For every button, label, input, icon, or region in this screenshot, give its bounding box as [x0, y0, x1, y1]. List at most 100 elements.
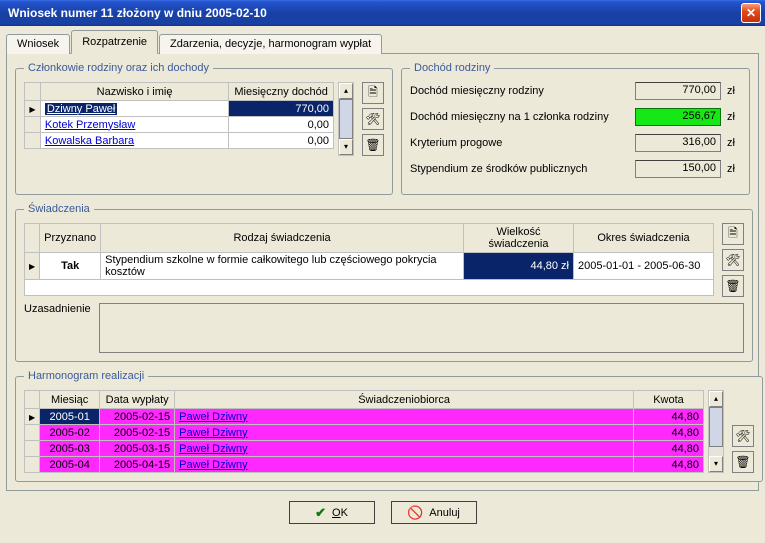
scroll-down-icon[interactable]: ▾: [709, 456, 723, 472]
delete-button[interactable]: 🗑: [362, 134, 384, 156]
schedule-fieldset: Harmonogram realizacji Miesiąc Data wypł…: [15, 370, 763, 482]
row-marker-1: [25, 117, 41, 133]
sched-amt-3[interactable]: 44,80: [634, 457, 704, 473]
income-label-3: Stypendium ze środków publicznych: [410, 163, 629, 175]
tools-icon: 🛠: [735, 429, 750, 443]
sched-date-1[interactable]: 2005-02-15: [100, 425, 175, 441]
sched-amt-0[interactable]: 44,80: [634, 409, 704, 425]
window-title: Wniosek numer 11 złożony w dniu 2005-02-…: [8, 6, 267, 20]
trash-icon: 🗑: [725, 279, 740, 293]
add-button[interactable]: 🗎: [362, 82, 384, 104]
sched-row-1[interactable]: 2005-02 2005-02-15 Paweł Dziwny 44,80: [25, 425, 704, 441]
sched-col-month[interactable]: Miesiąc: [40, 391, 100, 409]
sched-col-date[interactable]: Data wypłaty: [100, 391, 175, 409]
tab-zdarzenia[interactable]: Zdarzenia, decyzje, harmonogram wypłat: [159, 34, 382, 54]
svc-edit-button[interactable]: 🛠: [722, 249, 744, 271]
sched-side-buttons: 🛠 🗑: [732, 425, 754, 473]
family-name-2[interactable]: Kowalska Barbara: [40, 133, 228, 149]
sched-rowhead: [25, 391, 40, 409]
income-label-2: Kryterium progowe: [410, 137, 629, 149]
sched-col-amt[interactable]: Kwota: [634, 391, 704, 409]
row-marker-0: [25, 101, 41, 117]
scroll-thumb[interactable]: [709, 407, 723, 447]
svc-col-period[interactable]: Okres świadczenia: [574, 224, 714, 253]
services-grid[interactable]: Przyznano Rodzaj świadczenia Wielkość św…: [24, 223, 714, 296]
sched-month-1[interactable]: 2005-02: [40, 425, 100, 441]
svc-amount-0[interactable]: 44,80 zł: [464, 253, 574, 280]
family-row-1[interactable]: Kotek Przemysław 0,00: [25, 117, 334, 133]
cancel-button[interactable]: 🚫 Anuluj: [391, 501, 477, 524]
sched-month-0[interactable]: 2005-01: [40, 409, 100, 425]
family-income-2[interactable]: 0,00: [229, 133, 334, 149]
family-income-0[interactable]: 770,00: [229, 101, 334, 117]
check-icon: ✔: [315, 505, 326, 521]
sched-ben-3[interactable]: Paweł Dziwny: [175, 457, 634, 473]
row-header-blank: [25, 83, 41, 101]
justification-field[interactable]: [99, 303, 744, 353]
sched-ben-2[interactable]: Paweł Dziwny: [175, 441, 634, 457]
sched-ben-link-3[interactable]: Paweł Dziwny: [179, 459, 247, 471]
sched-edit-button[interactable]: 🛠: [732, 425, 754, 447]
family-scrollbar[interactable]: ▴ ▾: [338, 82, 354, 156]
svc-granted-0[interactable]: Tak: [40, 253, 101, 280]
svc-blank-area: [25, 280, 714, 296]
sched-date-0[interactable]: 2005-02-15: [100, 409, 175, 425]
sched-ben-link-2[interactable]: Paweł Dziwny: [179, 443, 247, 455]
sched-marker-0: [25, 409, 40, 425]
income-fieldset: Dochód rodziny Dochód miesięczny rodziny…: [401, 62, 750, 195]
tab-wniosek[interactable]: Wniosek: [6, 34, 70, 54]
sched-month-2[interactable]: 2005-03: [40, 441, 100, 457]
schedule-grid[interactable]: Miesiąc Data wypłaty Świadczeniobiorca K…: [24, 390, 704, 473]
col-name[interactable]: Nazwisko i imię: [40, 83, 228, 101]
window-titlebar: Wniosek numer 11 złożony w dniu 2005-02-…: [0, 0, 765, 26]
family-grid[interactable]: Nazwisko i imię Miesięczny dochód Dziwny…: [24, 82, 334, 149]
col-income[interactable]: Miesięczny dochód: [229, 83, 334, 101]
sched-ben-link-1[interactable]: Paweł Dziwny: [179, 427, 247, 439]
ok-button[interactable]: ✔ OK: [289, 501, 375, 524]
sched-date-2[interactable]: 2005-03-15: [100, 441, 175, 457]
family-row-2[interactable]: Kowalska Barbara 0,00: [25, 133, 334, 149]
scroll-up-icon[interactable]: ▴: [709, 391, 723, 407]
sched-amt-2[interactable]: 44,80: [634, 441, 704, 457]
schedule-scrollbar[interactable]: ▴ ▾: [708, 390, 724, 473]
svc-delete-button[interactable]: 🗑: [722, 275, 744, 297]
close-button[interactable]: ✕: [741, 3, 761, 23]
sched-delete-button[interactable]: 🗑: [732, 451, 754, 473]
sched-month-3[interactable]: 2005-04: [40, 457, 100, 473]
sched-row-2[interactable]: 2005-03 2005-03-15 Paweł Dziwny 44,80: [25, 441, 704, 457]
cancel-label: Anuluj: [429, 507, 460, 519]
sched-marker-3: [25, 457, 40, 473]
svc-add-button[interactable]: 🗎: [722, 223, 744, 245]
svc-kind-0[interactable]: Stypendium szkolne w formie całkowitego …: [101, 253, 464, 280]
income-value-3: 150,00: [635, 160, 721, 178]
document-icon: 🗎: [368, 83, 378, 104]
sched-ben-0[interactable]: Paweł Dziwny: [175, 409, 634, 425]
family-legend: Członkowie rodziny oraz ich dochody: [24, 62, 213, 74]
family-name-1[interactable]: Kotek Przemysław: [40, 117, 228, 133]
tab-rozpatrzenie[interactable]: Rozpatrzenie: [71, 30, 158, 54]
sched-row-3[interactable]: 2005-04 2005-04-15 Paweł Dziwny 44,80: [25, 457, 704, 473]
svc-side-buttons: 🗎 🛠 🗑: [722, 223, 744, 297]
svc-row-0[interactable]: Tak Stypendium szkolne w formie całkowit…: [25, 253, 714, 280]
income-unit-1: zł: [727, 111, 741, 123]
svc-col-kind[interactable]: Rodzaj świadczenia: [101, 224, 464, 253]
scroll-up-icon[interactable]: ▴: [339, 83, 353, 99]
svc-col-amount[interactable]: Wielkość świadczenia: [464, 224, 574, 253]
family-name-0[interactable]: Dziwny Paweł: [40, 101, 228, 117]
family-row-0[interactable]: Dziwny Paweł 770,00: [25, 101, 334, 117]
family-fieldset: Członkowie rodziny oraz ich dochody Nazw…: [15, 62, 393, 195]
family-income-1[interactable]: 0,00: [229, 117, 334, 133]
scroll-down-icon[interactable]: ▾: [339, 139, 353, 155]
svc-period-0[interactable]: 2005-01-01 - 2005-06-30: [574, 253, 714, 280]
sched-amt-1[interactable]: 44,80: [634, 425, 704, 441]
sched-row-0[interactable]: 2005-01 2005-02-15 Paweł Dziwny 44,80: [25, 409, 704, 425]
income-value-2: 316,00: [635, 134, 721, 152]
sched-col-ben[interactable]: Świadczeniobiorca: [175, 391, 634, 409]
sched-ben-1[interactable]: Paweł Dziwny: [175, 425, 634, 441]
scroll-thumb[interactable]: [339, 99, 353, 139]
sched-date-3[interactable]: 2005-04-15: [100, 457, 175, 473]
svc-col-granted[interactable]: Przyznano: [40, 224, 101, 253]
edit-button[interactable]: 🛠: [362, 108, 384, 130]
sched-ben-link-0[interactable]: Paweł Dziwny: [179, 411, 247, 423]
trash-icon: 🗑: [365, 138, 380, 152]
